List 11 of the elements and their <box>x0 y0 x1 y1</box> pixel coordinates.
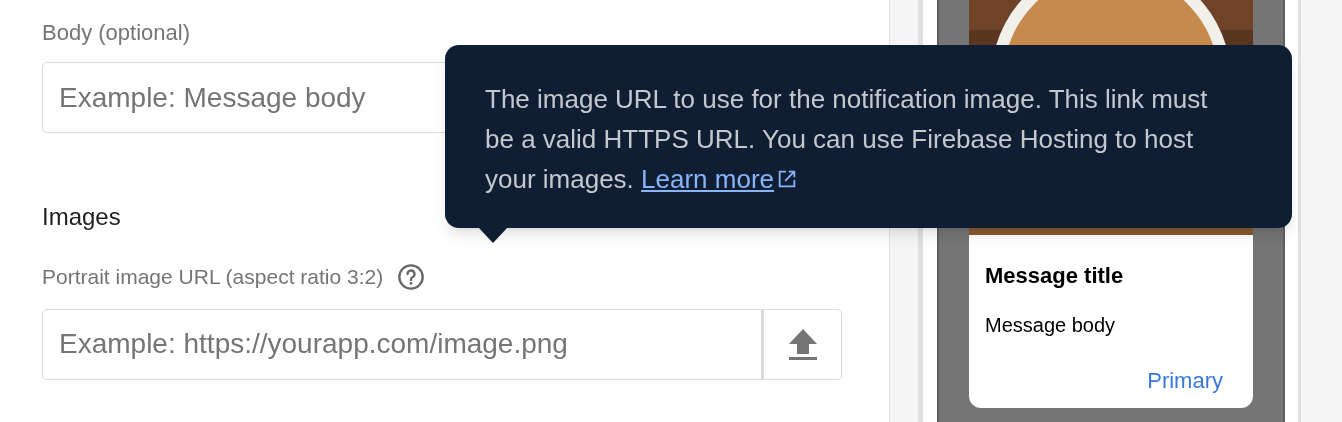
section-heading: Images <box>42 202 122 231</box>
learn-more-link[interactable]: Learn more <box>641 159 799 199</box>
message-title: Message title <box>985 262 1125 290</box>
action-link[interactable]: Primary <box>1147 364 1223 397</box>
input-field[interactable]: Example: https://yourapp.com/image.png <box>42 308 762 380</box>
field-label: Portrait image URL (aspect ratio 3:2) <box>42 264 384 290</box>
help-icon[interactable] <box>397 262 426 291</box>
field-label: Body (optional) <box>42 19 191 46</box>
upload-button[interactable] <box>762 308 842 380</box>
upload-icon <box>786 327 819 361</box>
message-body: Message body <box>985 313 1117 338</box>
